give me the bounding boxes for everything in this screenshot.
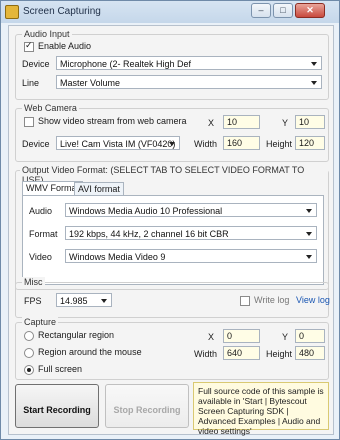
capture-x-field[interactable]: 0 <box>223 329 260 343</box>
title-bar[interactable]: Screen Capturing – □ ✕ <box>1 1 339 23</box>
webcam-x-label: X <box>208 118 215 128</box>
minimize-button[interactable]: – <box>251 3 271 18</box>
app-icon <box>5 5 19 19</box>
line-value: Master Volume <box>60 78 121 88</box>
radio-region-around-mouse[interactable] <box>24 348 34 358</box>
source-code-info: Full source code of this sample is avail… <box>193 382 329 436</box>
chevron-down-icon <box>304 251 314 261</box>
fps-value: 14.985 <box>60 296 88 306</box>
wmv-format-label: Format <box>29 229 58 239</box>
window-title: Screen Capturing <box>23 6 101 17</box>
web-camera-legend: Web Camera <box>22 103 79 113</box>
main-panel: Audio Input Enable Audio Device Micropho… <box>8 25 334 436</box>
write-log-checkbox[interactable] <box>240 296 250 306</box>
webcam-height-field[interactable]: 120 <box>295 136 325 150</box>
webcam-width-label: Width <box>194 139 218 149</box>
view-log-link[interactable]: View log <box>296 295 330 305</box>
region-around-mouse-label: Region around the mouse <box>38 347 142 357</box>
radio-full-screen[interactable] <box>24 365 34 375</box>
chevron-down-icon <box>309 77 319 87</box>
audio-input-group: Audio Input Enable Audio Device Micropho… <box>15 29 329 100</box>
webcam-y-label: Y <box>282 118 289 128</box>
fps-label: FPS <box>24 296 42 306</box>
capture-width-label: Width <box>194 349 218 359</box>
write-log-label: Write log <box>254 295 290 305</box>
line-select[interactable]: Master Volume <box>56 75 322 89</box>
full-screen-label: Full screen <box>38 364 83 374</box>
enable-audio-label: Enable Audio <box>38 41 92 51</box>
misc-legend: Misc <box>22 277 45 287</box>
capture-legend: Capture <box>22 317 59 327</box>
wmv-audio-value: Windows Media Audio 10 Professional <box>69 206 223 216</box>
maximize-button[interactable]: □ <box>273 3 293 18</box>
capture-group: Capture Rectangular region Region around… <box>15 317 329 380</box>
wmv-audio-label: Audio <box>29 206 53 216</box>
chevron-down-icon <box>309 58 319 68</box>
wmv-format-select[interactable]: 192 kbps, 44 kHz, 2 channel 16 bit CBR <box>65 226 317 240</box>
wmv-video-label: Video <box>29 252 52 262</box>
web-camera-group: Web Camera Show video stream from web ca… <box>15 103 329 162</box>
chevron-down-icon <box>304 205 314 215</box>
misc-group: Misc FPS 14.985 Write log View log <box>15 277 330 318</box>
webcam-height-label: Height <box>266 139 293 149</box>
chevron-down-icon <box>99 295 109 305</box>
radio-rectangular-region[interactable] <box>24 331 34 341</box>
webcam-device-select[interactable]: Live! Cam Vista IM (VF0420) <box>56 136 180 150</box>
audio-input-legend: Audio Input <box>22 29 72 39</box>
webcam-width-field[interactable]: 160 <box>223 136 260 150</box>
webcam-x-field[interactable]: 10 <box>223 115 260 129</box>
capture-width-field[interactable]: 640 <box>223 346 260 360</box>
capture-height-field[interactable]: 480 <box>295 346 325 360</box>
capture-x-label: X <box>208 332 215 342</box>
chevron-down-icon <box>304 228 314 238</box>
wmv-video-value: Windows Media Video 9 <box>69 252 166 262</box>
show-web-camera-label: Show video stream from web camera <box>38 116 187 126</box>
enable-audio-checkbox[interactable] <box>24 40 34 52</box>
capture-y-field[interactable]: 0 <box>295 329 325 343</box>
start-recording-button[interactable]: Start Recording <box>15 384 99 428</box>
capture-y-label: Y <box>282 332 289 342</box>
close-button[interactable]: ✕ <box>295 3 325 18</box>
webcam-device-label: Device <box>22 139 50 149</box>
webcam-y-field[interactable]: 10 <box>295 115 325 129</box>
audio-device-select[interactable]: Microphone (2- Realtek High Def <box>56 56 322 70</box>
capture-height-label: Height <box>266 349 293 359</box>
line-label: Line <box>22 78 40 88</box>
fps-select[interactable]: 14.985 <box>56 293 112 307</box>
webcam-device-value: Live! Cam Vista IM (VF0420) <box>60 139 176 149</box>
wmv-audio-select[interactable]: Windows Media Audio 10 Professional <box>65 203 317 217</box>
stop-recording-button[interactable]: Stop Recording <box>105 384 189 428</box>
screen-capturing-window: Screen Capturing – □ ✕ Audio Input Enabl… <box>0 0 340 440</box>
show-web-camera-checkbox[interactable] <box>24 117 34 127</box>
wmv-format-panel: Audio Windows Media Audio 10 Professiona… <box>22 195 324 285</box>
audio-device-value: Microphone (2- Realtek High Def <box>60 59 192 69</box>
output-format-group: Output Video Format: (SELECT TAB TO SELE… <box>15 165 329 290</box>
audio-device-label: Device <box>22 59 50 69</box>
rectangular-region-label: Rectangular region <box>38 330 115 340</box>
chevron-down-icon <box>167 138 177 148</box>
wmv-format-value: 192 kbps, 44 kHz, 2 channel 16 bit CBR <box>69 229 229 239</box>
wmv-video-select[interactable]: Windows Media Video 9 <box>65 249 317 263</box>
